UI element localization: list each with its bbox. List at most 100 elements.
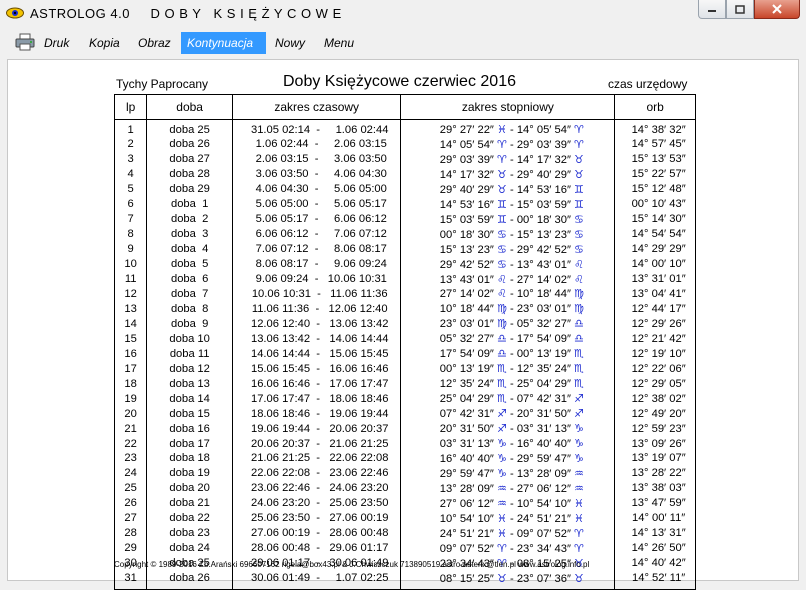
degree-range-cell: 16° 40′ 40″ ♑ - 29° 59′ 47″ ♑ — [400, 451, 616, 467]
range-dash: - — [506, 288, 517, 301]
time-range-cell: 19.06 19:44 - 20.06 20:37 — [231, 422, 402, 438]
doba-cell: doba 23 — [146, 526, 233, 542]
range-dash: - — [506, 153, 517, 166]
lp-cell: 3 — [113, 152, 148, 168]
end-zodiac-sign-icon: ♏ — [574, 347, 584, 361]
time-range-cell: 23.06 22:46 - 24.06 23:20 — [231, 481, 402, 497]
time-range-cell: 8.06 08:17 - 9.06 09:24 — [231, 257, 402, 273]
doba-cell: doba 14 — [146, 392, 233, 408]
start-zodiac-sign-icon: ♊ — [497, 197, 507, 211]
start-zodiac-sign-icon: ♐ — [497, 422, 507, 436]
lp-cell: 12 — [113, 287, 148, 303]
range-dash: - — [506, 228, 517, 241]
table-row: 9 doba 4 7.06 07:12 - 8.06 08:17 15° 13′ 2… — [113, 242, 696, 258]
range-dash: - — [506, 124, 517, 136]
doba-cell: doba 10 — [146, 332, 233, 348]
lp-cell: 9 — [113, 242, 148, 258]
degree-range-cell: 14° 05′ 54″ ♈ - 29° 03′ 39″ ♈ — [400, 137, 616, 153]
table-row: 29 doba 24 28.06 00:48 - 29.06 01:17 09° 07… — [113, 541, 696, 557]
degree-range-cell: 27° 06′ 12″ ♒ - 10° 54′ 10″ ♓ — [400, 496, 616, 512]
degree-range-cell: 23° 03′ 01″ ♍ - 05° 32′ 27″ ♎ — [400, 317, 616, 333]
range-dash: - — [506, 258, 517, 271]
end-degree: 24° 51′ 21″ — [516, 512, 571, 525]
time-range-cell: 30.06 01:49 - 1.07 02:25 — [231, 571, 402, 590]
end-degree: 14° 17′ 32″ — [516, 153, 571, 166]
close-button[interactable] — [754, 0, 800, 19]
app-eye-icon — [6, 7, 24, 19]
degree-range-cell: 29° 40′ 29″ ♉ - 14° 53′ 16″ ♊ — [400, 182, 616, 198]
close-icon — [772, 4, 782, 14]
menu-kopia[interactable]: Kopia — [83, 32, 126, 54]
end-zodiac-sign-icon: ♎ — [574, 332, 584, 346]
report-page: Tychy Paprocany Doby Księżycowe czerwiec… — [7, 59, 799, 590]
time-range-cell: 1.06 02:44 - 2.06 03:15 — [231, 137, 402, 153]
range-dash: - — [506, 512, 517, 525]
menu-kontynuacja[interactable]: Kontynuacja — [181, 32, 266, 54]
start-zodiac-sign-icon: ♎ — [497, 347, 507, 361]
orb-cell: 12° 59′ 23″ — [614, 422, 696, 438]
lp-cell: 22 — [113, 437, 148, 452]
lp-cell: 25 — [113, 481, 148, 497]
degree-range-cell: 07° 42′ 31″ ♐ - 20° 31′ 50″ ♐ — [400, 407, 616, 423]
table-row: 1 doba 25 31.05 02:14 - 1.06 02:44 29° 27′ … — [113, 119, 696, 138]
orb-cell: 15° 12′ 48″ — [614, 182, 696, 198]
minimize-button[interactable] — [698, 0, 726, 19]
lp-cell: 13 — [113, 302, 148, 318]
orb-cell: 00° 10′ 43″ — [614, 197, 696, 213]
end-zodiac-sign-icon: ♌ — [574, 257, 584, 271]
lp-cell: 27 — [113, 511, 148, 527]
table-row: 2 doba 26 1.06 02:44 - 2.06 03:15 14° 05′ … — [113, 137, 696, 153]
degree-range-cell: 00° 18′ 30″ ♋ - 15° 13′ 23″ ♋ — [400, 227, 616, 243]
degree-range-cell: 13° 43′ 01″ ♌ - 27° 14′ 02″ ♌ — [400, 272, 616, 288]
orb-cell: 12° 21′ 42″ — [614, 332, 696, 348]
orb-cell: 13° 31′ 01″ — [614, 272, 696, 288]
table-row: 15 doba 10 13.06 13:42 - 14.06 14:44 05° 32… — [113, 332, 696, 348]
menu-obraz[interactable]: Obraz — [132, 32, 177, 54]
end-zodiac-sign-icon: ♏ — [574, 377, 584, 391]
range-dash: - — [506, 452, 517, 465]
doba-cell: doba 25 — [146, 119, 233, 138]
table-row: 22 doba 17 20.06 20:37 - 21.06 21:25 03° 31… — [113, 437, 696, 452]
orb-cell: 14° 54′ 54″ — [614, 227, 696, 243]
degree-range-cell: 15° 03′ 59″ ♊ - 00° 18′ 30″ ♋ — [400, 212, 616, 228]
table-row: 6 doba 1 5.06 05:00 - 5.06 05:17 14° 53′ 1… — [113, 197, 696, 213]
doba-cell: doba 22 — [146, 511, 233, 527]
doba-cell: doba 7 — [146, 287, 233, 303]
range-dash: - — [506, 527, 517, 540]
start-degree: 29° 40′ 29″ — [439, 183, 494, 196]
time-range-cell: 25.06 23:50 - 27.06 00:19 — [231, 511, 402, 527]
menu-nowy[interactable]: Nowy — [269, 32, 311, 54]
table-row: 25 doba 20 23.06 22:46 - 24.06 23:20 13° 28… — [113, 481, 696, 497]
menu-menu[interactable]: Menu — [318, 32, 360, 54]
end-degree: 03° 31′ 13″ — [516, 423, 571, 436]
time-range-cell: 27.06 00:19 - 28.06 00:48 — [231, 526, 402, 542]
minimize-icon — [708, 10, 716, 12]
range-dash: - — [506, 348, 517, 361]
start-degree: 12° 35′ 24″ — [439, 378, 494, 391]
report-title: Doby Księżycowe czerwiec 2016 — [283, 73, 516, 90]
menu-druk[interactable]: Druk — [38, 32, 75, 54]
maximize-button[interactable] — [726, 0, 754, 19]
end-degree: 10° 18′ 44″ — [516, 288, 571, 301]
col-doba-header: doba — [146, 94, 233, 120]
start-degree: 14° 17′ 32″ — [439, 168, 494, 181]
range-dash: - — [506, 318, 517, 331]
start-degree: 14° 05′ 54″ — [439, 138, 494, 151]
doba-cell: doba 13 — [146, 377, 233, 393]
printer-icon[interactable] — [15, 33, 35, 51]
start-zodiac-sign-icon: ♋ — [497, 227, 507, 241]
range-dash: - — [506, 467, 517, 480]
time-range-cell: 18.06 18:46 - 19.06 19:44 — [231, 407, 402, 423]
start-zodiac-sign-icon: ♏ — [497, 362, 507, 376]
end-zodiac-sign-icon: ♌ — [574, 272, 584, 286]
end-zodiac-sign-icon: ♉ — [574, 152, 584, 166]
orb-cell: 12° 19′ 10″ — [614, 347, 696, 363]
time-range-cell: 13.06 13:42 - 14.06 14:44 — [231, 332, 402, 348]
orb-cell: 12° 44′ 17″ — [614, 302, 696, 318]
time-range-cell: 9.06 09:24 - 10.06 10:31 — [231, 272, 402, 288]
lp-cell: 29 — [113, 541, 148, 557]
menu-bar: Druk Kopia Obraz Kontynuacja Nowy Menu — [0, 29, 806, 57]
doba-cell: doba 2 — [146, 212, 233, 228]
lp-cell: 14 — [113, 317, 148, 333]
start-zodiac-sign-icon: ♓ — [497, 123, 507, 136]
